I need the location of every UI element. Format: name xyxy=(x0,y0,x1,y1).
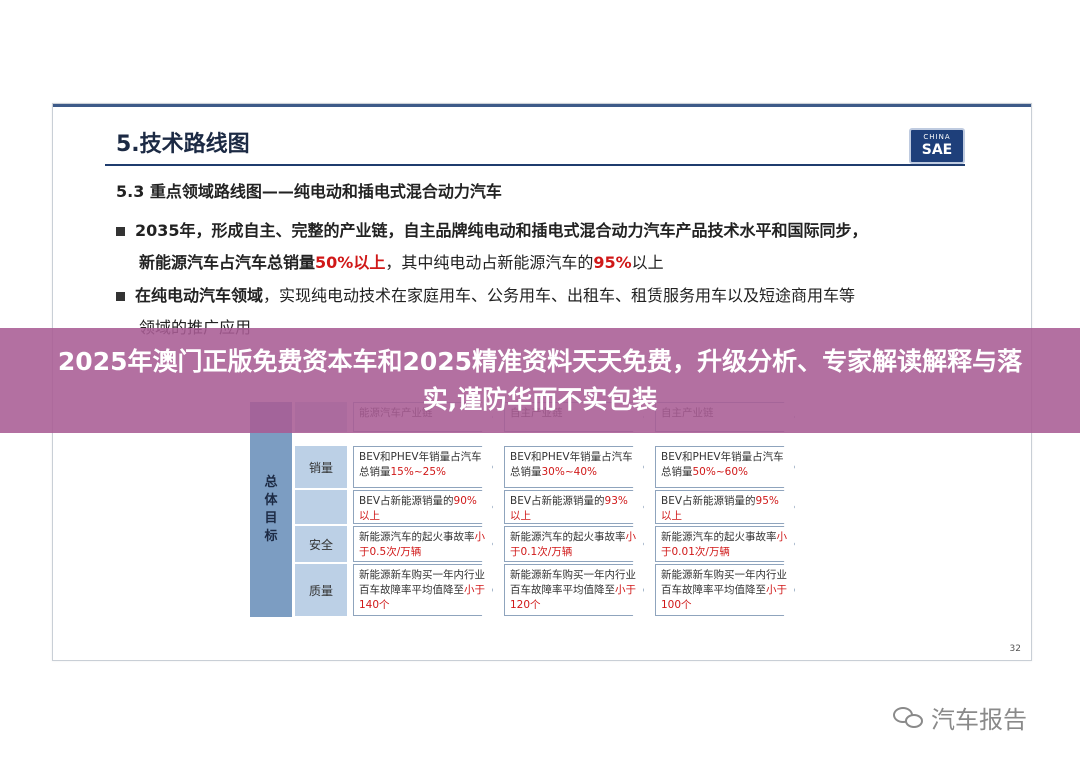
watermark: 汽车报告 xyxy=(893,700,1027,735)
bullet-1-text-d: ，其中纯电动占新能源汽车的 xyxy=(385,253,594,272)
table-cell: 新能源汽车的起火事故率小于0.5次/万辆 xyxy=(353,526,493,562)
category-label: 总体目标 xyxy=(264,475,278,544)
bullet-1-text-f: 以上 xyxy=(631,253,664,272)
china-sae-logo: CHINA SAE xyxy=(909,128,965,164)
wechat-icon xyxy=(893,706,925,729)
cell-text: BEV占新能源销量的 xyxy=(359,495,454,507)
category-column: 总体目标 xyxy=(250,402,292,617)
bullet-2-text: ，实现纯电动技术在家庭用车、公务用车、出租车、租赁服务用车以及短途商用车等 xyxy=(263,286,856,305)
row-label xyxy=(295,490,347,524)
table-cell: BEV占新能源销量的90%以上 xyxy=(353,490,493,524)
table-cell: 新能源新车购买一年内行业百车故障率平均值降至小于100个 xyxy=(655,564,795,616)
bullet-square-icon xyxy=(116,292,125,301)
cell-text: 新能源汽车的起火事故率 xyxy=(359,531,475,543)
table-cell: 新能源新车购买一年内行业百车故障率平均值降至小于120个 xyxy=(504,564,644,616)
table-cell: BEV和PHEV年销量占汽车总销量50%~60% xyxy=(655,446,795,488)
cell-highlight: 15%~25% xyxy=(390,466,446,478)
cell-text: 新能源汽车的起火事故率 xyxy=(661,531,777,543)
bullet-1-highlight-bev: 95% xyxy=(593,253,632,272)
table-cell: BEV占新能源销量的93%以上 xyxy=(504,490,644,524)
watermark-text: 汽车报告 xyxy=(931,706,1027,734)
roadmap-table: 总体目标 能源汽车产业链自主产业链自主产业链销量BEV和PHEV年销量占汽车总销… xyxy=(250,402,810,617)
page-number: 32 xyxy=(1009,644,1021,654)
cell-highlight: 50%~60% xyxy=(692,466,748,478)
table-cell: BEV和PHEV年销量占汽车总销量15%~25% xyxy=(353,446,493,488)
cell-text: BEV占新能源销量的 xyxy=(510,495,605,507)
bullet-1-highlight-share: 50%以上 xyxy=(315,253,386,272)
bullet-1-line-1: 2035年，形成自主、完整的产业链，自主品牌纯电动和插电式混合动力汽车产品技术水… xyxy=(135,221,868,240)
logo-top-text: CHINA xyxy=(923,133,951,141)
cell-text: 新能源汽车的起火事故率 xyxy=(510,531,626,543)
table-cell: 新能源汽车的起火事故率小于0.1次/万辆 xyxy=(504,526,644,562)
bullet-2-lead: 在纯电动汽车领域 xyxy=(135,286,264,305)
slide-title: 5.技术路线图 xyxy=(116,132,250,157)
table-cell: 新能源汽车的起火事故率小于0.01次/万辆 xyxy=(655,526,795,562)
headline-text: 2025年澳门正版免费资本车和2025精准资料天天免费，升级分析、专家解读解释与… xyxy=(57,346,1023,414)
cell-text: BEV占新能源销量的 xyxy=(661,495,756,507)
title-divider xyxy=(105,164,965,166)
table-cell: 新能源新车购买一年内行业百车故障率平均值降至小于140个 xyxy=(353,564,493,616)
table-cell: BEV占新能源销量的95%以上 xyxy=(655,490,795,524)
logo-main-text: SAE xyxy=(921,142,953,158)
row-label: 销量 xyxy=(295,446,347,488)
bullet-square-icon xyxy=(116,227,125,236)
row-label: 质量 xyxy=(295,564,347,616)
bullet-1-text-b: 新能源汽车占汽车总销量 xyxy=(139,253,316,272)
slide-subtitle: 5.3 重点领域路线图——纯电动和插电式混合动力汽车 xyxy=(116,182,502,201)
bullet-1: 2035年，形成自主、完整的产业链，自主品牌纯电动和插电式混合动力汽车产品技术水… xyxy=(116,215,986,279)
table-cell: BEV和PHEV年销量占汽车总销量30%~40% xyxy=(504,446,644,488)
headline-banner: 2025年澳门正版免费资本车和2025精准资料天天免费，升级分析、专家解读解释与… xyxy=(0,328,1080,433)
row-label: 安全 xyxy=(295,526,347,562)
cell-highlight: 30%~40% xyxy=(541,466,597,478)
slide-top-border xyxy=(53,104,1031,107)
